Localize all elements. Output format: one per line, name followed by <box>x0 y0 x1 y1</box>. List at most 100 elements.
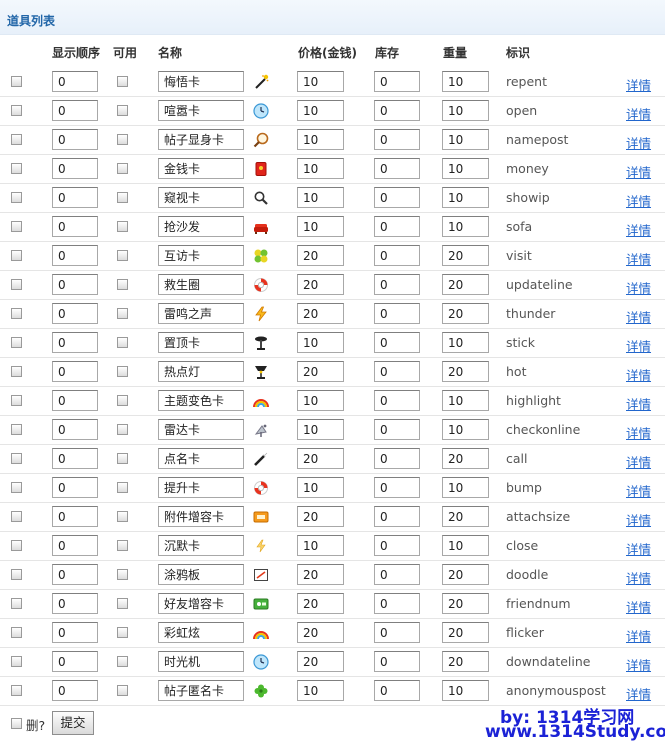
enabled-checkbox[interactable] <box>117 105 128 116</box>
stock-input[interactable]: 0 <box>374 593 420 614</box>
name-input[interactable]: 窥视卡 <box>158 187 244 208</box>
order-input[interactable]: 0 <box>52 419 98 440</box>
stock-input[interactable]: 0 <box>374 332 420 353</box>
weight-input[interactable]: 20 <box>442 506 489 527</box>
delete-row-checkbox[interactable] <box>11 163 22 174</box>
stock-input[interactable]: 0 <box>374 622 420 643</box>
price-input[interactable]: 20 <box>297 622 344 643</box>
price-input[interactable]: 20 <box>297 448 344 469</box>
enabled-checkbox[interactable] <box>117 511 128 522</box>
detail-link[interactable]: 详情 <box>626 133 651 152</box>
enabled-checkbox[interactable] <box>117 685 128 696</box>
detail-link[interactable]: 详情 <box>626 394 651 413</box>
price-input[interactable]: 20 <box>297 303 344 324</box>
name-input[interactable]: 彩虹炫 <box>158 622 244 643</box>
delete-row-checkbox[interactable] <box>11 656 22 667</box>
order-input[interactable]: 0 <box>52 129 98 150</box>
name-input[interactable]: 雷鸣之声 <box>158 303 244 324</box>
name-input[interactable]: 雷达卡 <box>158 419 244 440</box>
weight-input[interactable]: 10 <box>442 71 489 92</box>
delete-row-checkbox[interactable] <box>11 250 22 261</box>
order-input[interactable]: 0 <box>52 593 98 614</box>
delete-row-checkbox[interactable] <box>11 76 22 87</box>
order-input[interactable]: 0 <box>52 216 98 237</box>
weight-input[interactable]: 20 <box>442 622 489 643</box>
weight-input[interactable]: 20 <box>442 448 489 469</box>
delete-row-checkbox[interactable] <box>11 540 22 551</box>
price-input[interactable]: 10 <box>297 187 344 208</box>
detail-link[interactable]: 详情 <box>626 278 651 297</box>
price-input[interactable]: 10 <box>297 129 344 150</box>
price-input[interactable]: 20 <box>297 593 344 614</box>
price-input[interactable]: 10 <box>297 332 344 353</box>
detail-link[interactable]: 详情 <box>626 307 651 326</box>
detail-link[interactable]: 详情 <box>626 568 651 587</box>
weight-input[interactable]: 10 <box>442 187 489 208</box>
enabled-checkbox[interactable] <box>117 163 128 174</box>
detail-link[interactable]: 详情 <box>626 452 651 471</box>
name-input[interactable]: 涂鸦板 <box>158 564 244 585</box>
price-input[interactable]: 20 <box>297 651 344 672</box>
price-input[interactable]: 20 <box>297 361 344 382</box>
detail-link[interactable]: 详情 <box>626 626 651 645</box>
detail-link[interactable]: 详情 <box>626 104 651 123</box>
weight-input[interactable]: 10 <box>442 158 489 179</box>
weight-input[interactable]: 20 <box>442 651 489 672</box>
enabled-checkbox[interactable] <box>117 598 128 609</box>
stock-input[interactable]: 0 <box>374 274 420 295</box>
delete-row-checkbox[interactable] <box>11 511 22 522</box>
stock-input[interactable]: 0 <box>374 419 420 440</box>
delete-row-checkbox[interactable] <box>11 598 22 609</box>
enabled-checkbox[interactable] <box>117 540 128 551</box>
weight-input[interactable]: 20 <box>442 274 489 295</box>
detail-link[interactable]: 详情 <box>626 249 651 268</box>
name-input[interactable]: 置顶卡 <box>158 332 244 353</box>
order-input[interactable]: 0 <box>52 332 98 353</box>
detail-link[interactable]: 详情 <box>626 597 651 616</box>
stock-input[interactable]: 0 <box>374 680 420 701</box>
delete-row-checkbox[interactable] <box>11 337 22 348</box>
stock-input[interactable]: 0 <box>374 506 420 527</box>
stock-input[interactable]: 0 <box>374 129 420 150</box>
enabled-checkbox[interactable] <box>117 569 128 580</box>
detail-link[interactable]: 详情 <box>626 481 651 500</box>
delete-row-checkbox[interactable] <box>11 192 22 203</box>
delete-row-checkbox[interactable] <box>11 685 22 696</box>
price-input[interactable]: 20 <box>297 506 344 527</box>
price-input[interactable]: 20 <box>297 274 344 295</box>
enabled-checkbox[interactable] <box>117 482 128 493</box>
name-input[interactable]: 抢沙发 <box>158 216 244 237</box>
stock-input[interactable]: 0 <box>374 187 420 208</box>
order-input[interactable]: 0 <box>52 274 98 295</box>
name-input[interactable]: 主题变色卡 <box>158 390 244 411</box>
price-input[interactable]: 10 <box>297 100 344 121</box>
weight-input[interactable]: 20 <box>442 303 489 324</box>
delete-row-checkbox[interactable] <box>11 221 22 232</box>
delete-row-checkbox[interactable] <box>11 105 22 116</box>
name-input[interactable]: 时光机 <box>158 651 244 672</box>
price-input[interactable]: 10 <box>297 158 344 179</box>
name-input[interactable]: 提升卡 <box>158 477 244 498</box>
detail-link[interactable]: 详情 <box>626 162 651 181</box>
name-input[interactable]: 救生圈 <box>158 274 244 295</box>
order-input[interactable]: 0 <box>52 187 98 208</box>
enabled-checkbox[interactable] <box>117 192 128 203</box>
delete-row-checkbox[interactable] <box>11 424 22 435</box>
name-input[interactable]: 点名卡 <box>158 448 244 469</box>
order-input[interactable]: 0 <box>52 680 98 701</box>
delete-row-checkbox[interactable] <box>11 482 22 493</box>
delete-checkbox[interactable] <box>11 718 22 729</box>
delete-row-checkbox[interactable] <box>11 569 22 580</box>
delete-row-checkbox[interactable] <box>11 395 22 406</box>
name-input[interactable]: 沉默卡 <box>158 535 244 556</box>
order-input[interactable]: 0 <box>52 506 98 527</box>
weight-input[interactable]: 10 <box>442 216 489 237</box>
enabled-checkbox[interactable] <box>117 221 128 232</box>
order-input[interactable]: 0 <box>52 158 98 179</box>
enabled-checkbox[interactable] <box>117 395 128 406</box>
name-input[interactable]: 热点灯 <box>158 361 244 382</box>
detail-link[interactable]: 详情 <box>626 336 651 355</box>
submit-button[interactable]: 提交 <box>52 711 94 735</box>
delete-row-checkbox[interactable] <box>11 366 22 377</box>
enabled-checkbox[interactable] <box>117 134 128 145</box>
